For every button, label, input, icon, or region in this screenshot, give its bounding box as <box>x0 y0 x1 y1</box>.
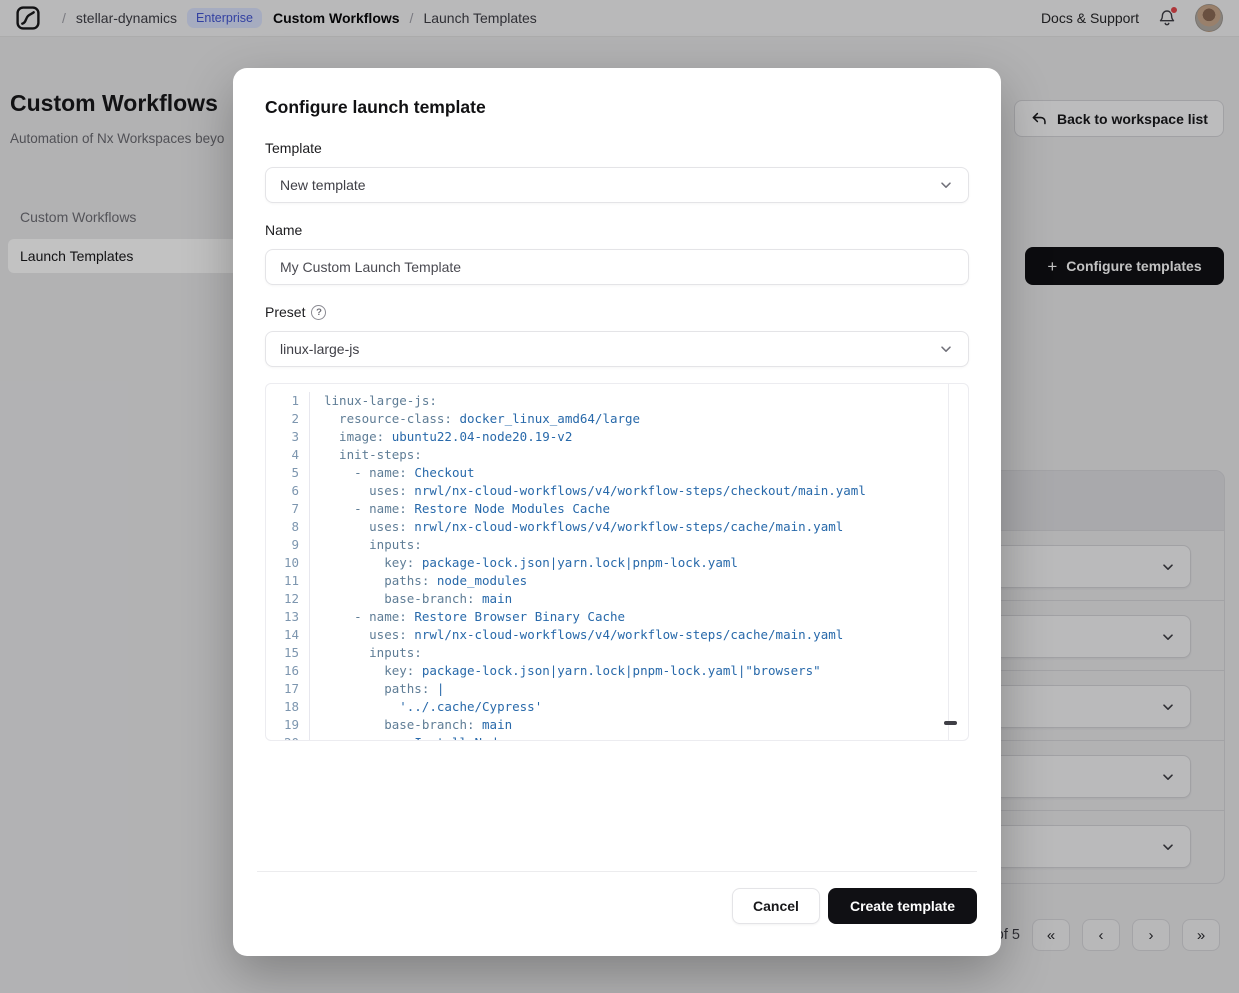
code-line: 7- name: Restore Node Modules Cache <box>266 500 968 518</box>
preset-label-text: Preset <box>265 304 305 320</box>
configure-launch-template-modal: Configure launch template Template New t… <box>233 68 1001 956</box>
code-line: 8uses: nrwl/nx-cloud-workflows/v4/workfl… <box>266 518 968 536</box>
screen: / stellar-dynamics Enterprise Custom Wor… <box>0 0 1239 993</box>
line-number: 13 <box>266 608 310 626</box>
chevron-down-icon <box>938 177 954 193</box>
editor-scrollbar-track <box>948 384 949 740</box>
template-field-label: Template <box>265 140 322 156</box>
line-number: 16 <box>266 662 310 680</box>
line-number: 1 <box>266 392 310 410</box>
line-number: 8 <box>266 518 310 536</box>
code-line: 14uses: nrwl/nx-cloud-workflows/v4/workf… <box>266 626 968 644</box>
yaml-code-editor[interactable]: 1linux-large-js:2resource-class: docker_… <box>265 383 969 741</box>
code-line: 9inputs: <box>266 536 968 554</box>
code-line: 15inputs: <box>266 644 968 662</box>
code-line: 13- name: Restore Browser Binary Cache <box>266 608 968 626</box>
preset-select-value: linux-large-js <box>280 341 359 357</box>
code-line: 4init-steps: <box>266 446 968 464</box>
code-line: 12base-branch: main <box>266 590 968 608</box>
line-number: 4 <box>266 446 310 464</box>
editor-scrollbar-thumb[interactable] <box>944 721 957 725</box>
line-number: 12 <box>266 590 310 608</box>
modal-title: Configure launch template <box>265 97 486 118</box>
create-template-button[interactable]: Create template <box>828 888 977 924</box>
name-input-wrap <box>265 249 969 285</box>
code-line: 10key: package-lock.json|yarn.lock|pnpm-… <box>266 554 968 572</box>
line-number: 5 <box>266 464 310 482</box>
line-number: 10 <box>266 554 310 572</box>
footer-divider <box>257 871 977 872</box>
line-number: 2 <box>266 410 310 428</box>
preset-select[interactable]: linux-large-js <box>265 331 969 367</box>
modal-footer: Cancel Create template <box>732 888 977 924</box>
preset-field-label: Preset ? <box>265 304 326 320</box>
line-number: 6 <box>266 482 310 500</box>
template-select[interactable]: New template <box>265 167 969 203</box>
line-number: 19 <box>266 716 310 734</box>
code-line: 19base-branch: main <box>266 716 968 734</box>
line-number: 20 <box>266 734 310 741</box>
name-field-label: Name <box>265 222 302 238</box>
line-number: 17 <box>266 680 310 698</box>
code-line: 11paths: node_modules <box>266 572 968 590</box>
name-input[interactable] <box>280 259 954 275</box>
code-line: 20- name: Install Node <box>266 734 968 741</box>
code-line: 18'../.cache/Cypress' <box>266 698 968 716</box>
line-number: 7 <box>266 500 310 518</box>
code-line: 16key: package-lock.json|yarn.lock|pnpm-… <box>266 662 968 680</box>
line-number: 9 <box>266 536 310 554</box>
code-line: 5- name: Checkout <box>266 464 968 482</box>
cancel-button[interactable]: Cancel <box>732 888 820 924</box>
line-number: 11 <box>266 572 310 590</box>
help-icon[interactable]: ? <box>311 305 326 320</box>
chevron-down-icon <box>938 341 954 357</box>
code-line: 1linux-large-js: <box>266 392 968 410</box>
line-number: 18 <box>266 698 310 716</box>
code-line: 6uses: nrwl/nx-cloud-workflows/v4/workfl… <box>266 482 968 500</box>
line-number: 14 <box>266 626 310 644</box>
template-select-value: New template <box>280 177 366 193</box>
code-line: 17paths: | <box>266 680 968 698</box>
line-number: 15 <box>266 644 310 662</box>
code-line: 3image: ubuntu22.04-node20.19-v2 <box>266 428 968 446</box>
line-number: 3 <box>266 428 310 446</box>
code-line: 2resource-class: docker_linux_amd64/larg… <box>266 410 968 428</box>
